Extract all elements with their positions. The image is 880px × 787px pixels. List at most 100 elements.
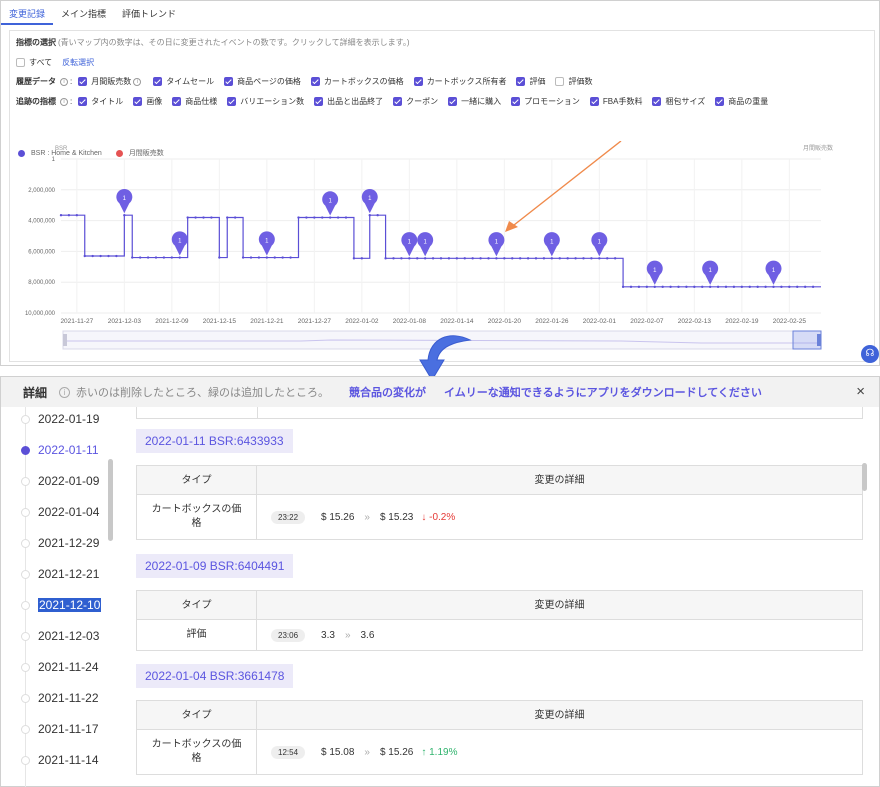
bsr-point <box>218 256 221 259</box>
detail-date-label: 2022-01-04 BSR:3661478 <box>136 664 294 688</box>
timeline-date-item[interactable]: 2021-12-10 <box>21 595 111 615</box>
tracking-checkbox[interactable]: タイトル <box>78 96 123 107</box>
history-checkbox[interactable]: 評価数 <box>555 76 592 87</box>
timeline-date-item[interactable]: 2021-11-14 <box>21 750 111 770</box>
select-all-checkbox[interactable]: すべて <box>16 57 52 68</box>
timeline-dot <box>21 631 30 641</box>
tracking-checkbox[interactable]: 商品の重量 <box>715 96 768 107</box>
checkbox-label: タイトル <box>91 97 124 106</box>
history-checkbox[interactable]: 商品ページの価格 <box>224 76 301 87</box>
timeline-date-item[interactable]: 2021-12-03 <box>21 626 111 646</box>
filter-hint: (青いマップ内の数字は、その日に変更されたイベントの数です。クリックして詳細を表… <box>58 38 410 47</box>
bsr-point <box>170 256 174 259</box>
timeline-dot <box>21 569 30 579</box>
tracking-metrics-label: 追跡の指標 <box>16 97 56 106</box>
bsr-point <box>123 214 126 217</box>
timeline-dot <box>21 414 30 424</box>
x-tick-label: 2021-12-03 <box>108 318 142 325</box>
timeline-dot <box>21 662 30 672</box>
timeline-date-label: 2021-11-22 <box>38 691 99 705</box>
tab-change-record[interactable]: 変更記録 <box>1 1 54 25</box>
tracking-checkbox[interactable]: クーポン <box>393 96 438 107</box>
headset-icon[interactable]: ☊ <box>861 345 879 363</box>
detail-row: カートボックスの価格 12:54 $ 15.08 » $ 15.26 ↑ 1.19% <box>137 730 862 774</box>
ad-text-start: 競合品の変化が <box>349 387 427 399</box>
old-value: 3.3 <box>321 629 335 641</box>
tracking-checkbox[interactable]: 出品と出品終了 <box>314 96 383 107</box>
info-icon[interactable]: i <box>60 77 68 86</box>
tab-main-metrics[interactable]: メイン指標 <box>53 1 114 25</box>
y2-axis-label: 月間販売数 <box>803 144 833 152</box>
x-tick-label: 2022-01-26 <box>535 318 569 325</box>
bsr-point <box>186 216 189 219</box>
history-checkbox[interactable]: カートボックス所有者 <box>413 76 506 87</box>
close-button[interactable]: × <box>856 383 865 400</box>
checkbox-label: タイムセール <box>166 77 215 86</box>
timeline-dot <box>21 724 30 734</box>
info-icon[interactable]: i <box>133 77 142 86</box>
x-tick-label: 2021-12-15 <box>203 318 237 325</box>
detail-table: タイプ 変更の詳細 評価 23:06 3.3 » 3.6 <box>136 590 863 651</box>
bsr-point <box>91 254 94 258</box>
bsr-point <box>336 216 340 219</box>
new-value: $ 15.26 <box>379 746 414 758</box>
bsr-point <box>321 216 324 219</box>
details-scrollbar[interactable] <box>862 463 867 491</box>
timeline-date-item[interactable]: 2021-12-29 <box>21 533 111 553</box>
change-time: 23:06 <box>271 628 306 642</box>
history-checkbox[interactable]: カートボックスの価格 <box>310 76 404 87</box>
timeline-date-item[interactable]: 2021-11-22 <box>21 688 111 708</box>
tracking-checkbox[interactable]: 画像 <box>133 96 162 107</box>
timeline-date-item[interactable]: 2022-01-11 <box>21 440 111 460</box>
bsr-point <box>661 285 664 289</box>
timeline-date-item[interactable]: 2022-01-19 <box>21 409 111 429</box>
history-checkbox[interactable]: 月間販売数 i <box>78 76 143 87</box>
checkbox-box <box>224 77 234 86</box>
detail-table-header: タイプ 変更の詳細 <box>137 701 862 730</box>
timeline-scrollbar[interactable] <box>108 459 113 541</box>
bsr-point <box>75 214 79 217</box>
bsr-point <box>376 214 379 217</box>
bsr-point <box>463 257 466 260</box>
checkbox-box <box>16 58 25 67</box>
x-tick-label: 2022-02-19 <box>725 318 759 325</box>
history-checkbox[interactable]: 評価 <box>516 76 545 87</box>
app-download-banner[interactable]: 競合品の変化が イムリーな通知できるようにアプリをダウンロードしてください <box>349 384 762 400</box>
bsr-chart: BSR 月間販売数 1 2,000,000 4,000,000 6,000,000 8,00… <box>25 141 833 350</box>
timeline-dot <box>21 693 30 703</box>
timeline-date-item[interactable]: 2022-01-04 <box>21 502 111 522</box>
bsr-point <box>313 216 316 219</box>
timeline-date-item[interactable]: 2021-11-17 <box>21 719 111 739</box>
x-tick-label: 2022-01-08 <box>393 318 427 325</box>
bsr-point <box>653 285 656 289</box>
bsr-point <box>83 254 86 258</box>
timeline-date-item[interactable]: 2021-11-24 <box>21 657 111 677</box>
bsr-point <box>360 257 364 260</box>
bsr-point <box>392 257 395 260</box>
checkbox-label: 画像 <box>146 97 163 106</box>
bsr-point <box>305 216 308 219</box>
detail-table-header: タイプ 変更の詳細 <box>137 466 862 495</box>
tracking-checkbox[interactable]: 一緒に購入 <box>448 96 501 107</box>
bsr-point <box>542 257 546 260</box>
y-tick-label: 10,000,000 <box>25 311 56 317</box>
info-icon[interactable]: i <box>60 97 68 106</box>
tracking-checkbox[interactable]: 商品仕様 <box>172 96 217 107</box>
tracking-checkbox[interactable]: FBA手数料 <box>589 96 642 107</box>
double-chevron-right-icon: » <box>364 746 370 758</box>
tracking-checkbox[interactable]: バリエーション数 <box>227 96 304 107</box>
timeline-date-label: 2022-01-19 <box>38 412 100 426</box>
history-checkbox[interactable]: タイムセール <box>153 76 214 87</box>
tracking-checkbox[interactable]: 梱包サイズ <box>652 96 705 107</box>
timeline-date-item[interactable]: 2021-12-21 <box>21 564 111 584</box>
invert-selection-link[interactable]: 反転選択 <box>62 57 94 68</box>
bsr-point <box>803 285 807 289</box>
y-tick-label: 1 <box>52 157 56 163</box>
detail-row: 評価 23:06 3.3 » 3.6 <box>137 620 862 650</box>
timeline-date-item[interactable]: 2022-01-09 <box>21 471 111 491</box>
tracking-checkbox[interactable]: プロモーション <box>511 96 580 107</box>
tab-review-trend[interactable]: 評価トレンド <box>114 1 184 25</box>
checkbox-box <box>227 97 237 106</box>
bsr-point <box>455 257 459 260</box>
select-all-row: すべて 反転選択 <box>16 57 94 68</box>
